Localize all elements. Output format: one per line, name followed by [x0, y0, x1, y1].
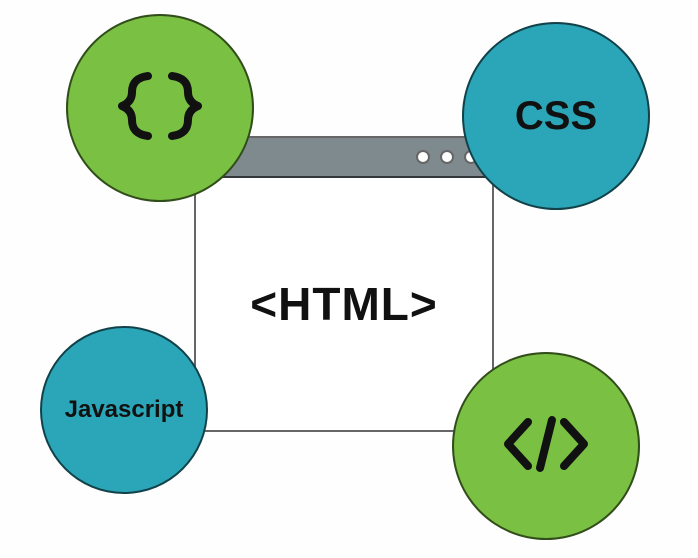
curly-braces-icon [110, 66, 210, 151]
window-control-dot [440, 150, 454, 164]
technology-circle-javascript: Javascript [40, 326, 208, 494]
closing-tag-icon [496, 404, 596, 489]
css-label: CSS [515, 94, 597, 139]
html-label: <HTML> [250, 277, 437, 331]
technology-circle-tag [452, 352, 640, 540]
technology-circle-css: CSS [462, 22, 650, 210]
browser-window: <HTML> [194, 136, 494, 432]
window-control-dot [416, 150, 430, 164]
javascript-label: Javascript [65, 396, 184, 424]
technology-circle-braces [66, 14, 254, 202]
window-body: <HTML> [196, 178, 492, 430]
